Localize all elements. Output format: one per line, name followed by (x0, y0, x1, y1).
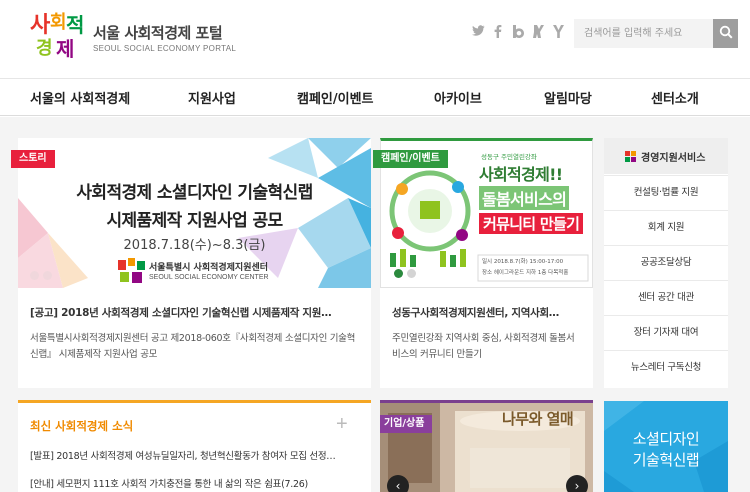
svg-text:제: 제 (56, 37, 74, 58)
search-icon (719, 25, 733, 39)
site-logo[interactable]: 사 회 적 경 제 (28, 8, 86, 61)
campaign-badge: 캠페인/이벤트 (373, 150, 448, 168)
search-button[interactable] (713, 19, 738, 48)
nav-item-seoul-social-economy[interactable]: 서울의 사회적경제 (30, 88, 130, 107)
story-slider-dots (30, 271, 52, 280)
prev-arrow-button[interactable]: ‹ (387, 475, 409, 492)
shop-sign-text: 나무와 열매 (502, 410, 574, 428)
nav-item-notice[interactable]: 알림마당 (544, 88, 592, 107)
campaign-image-info: 일시 2018.8.7(화) 15:00-17:00 (482, 259, 564, 265)
company-product-badge: 기업/상품 (380, 415, 433, 433)
svg-text:회: 회 (50, 12, 67, 33)
news-list-item[interactable]: [안내] 세모편지 111호 사회적 가치충전을 통한 내 삶의 작은 쉼표(7… (30, 476, 360, 490)
campaign-image-title-1: 사회적경제!! (479, 165, 563, 184)
story-image-title-1: 사회적경제 소셜디자인 기술혁신랩 (76, 183, 313, 203)
latest-news-title[interactable]: 최신 사회적경제 소식 (30, 418, 133, 434)
main-nav: 서울의 사회적경제 지원사업 캠페인/이벤트 아카이브 알림마당 센터소개 (0, 78, 750, 116)
slider-dot[interactable] (407, 269, 416, 278)
svg-text:경: 경 (36, 38, 53, 58)
site-title[interactable]: 서울 사회적경제 포털 (93, 22, 223, 43)
business-support-header: 경영지원서비스 (604, 138, 728, 174)
campaign-image-place: 장소 헤이그라운드 지하 1층 다목적홀 (482, 270, 569, 276)
slider-dot[interactable] (30, 271, 39, 280)
story-badge: 스토리 (11, 150, 55, 168)
kakaostory-icon[interactable] (528, 25, 548, 43)
campaign-card-description: 주민열린강좌 지역사회 중심, 사회적경제 돌봄서비스의 커뮤니티 만들기 (392, 333, 575, 360)
story-card-title[interactable]: [공고] 2018년 사회적경제 소셜디자인 기술혁신랩 시제품제작 지원… (30, 305, 362, 320)
logo-graphic-icon: 사 회 적 경 제 (30, 12, 84, 61)
business-support-menu: 경영지원서비스 컨설팅·법률 지원 회계 지원 공공조달상담 센터 공간 대관 … (604, 138, 728, 388)
sidebar-item-consulting[interactable]: 컨설팅·법률 지원 (604, 175, 728, 208)
sidebar-item-newsletter[interactable]: 뉴스레터 구독신청 (604, 350, 728, 383)
social-design-lab-banner[interactable]: 소셜디자인 기술혁신랩 (604, 401, 728, 492)
business-support-title: 경영지원서비스 (641, 153, 706, 164)
blog-icon[interactable] (508, 25, 528, 43)
next-arrow-button[interactable]: › (566, 475, 588, 492)
nav-item-support[interactable]: 지원사업 (188, 88, 236, 107)
social-links (468, 25, 568, 43)
sidebar-item-procurement[interactable]: 공공조달상담 (604, 245, 728, 278)
campaign-image-title-2: 돌봄서비스의 (479, 186, 570, 210)
twitter-icon[interactable] (468, 25, 488, 43)
latest-news-panel: 최신 사회적경제 소식 + [발표] 2018년 사회적경제 여성뉴딜일자리, … (18, 400, 371, 492)
campaign-card[interactable]: 성동구 주민열린강좌 사회적경제!! 돌봄서비스의 커뮤니티 만들기 일시 20… (373, 138, 593, 388)
svg-text:적: 적 (66, 13, 84, 37)
svg-text:사: 사 (30, 13, 51, 38)
nav-item-about[interactable]: 센터소개 (651, 88, 699, 107)
company-product-carousel[interactable]: 나무와 열매 기업/상품 ‹ › (380, 400, 593, 492)
slider-dot[interactable] (43, 271, 52, 280)
campaign-card-title[interactable]: 성동구사회적경제지원센터, 지역사회… (392, 305, 584, 320)
banner-title-2: 기술혁신랩 (632, 451, 700, 469)
campaign-image-kicker: 성동구 주민열린강좌 (481, 153, 537, 161)
sidebar-item-accounting[interactable]: 회계 지원 (604, 210, 728, 243)
story-image-org: 서울특별시 사회적경제지원센터 (149, 263, 269, 273)
banner-title-1: 소셜디자인 (632, 430, 700, 448)
site-header: 사 회 적 경 제 서울 사회적경제 포털 SEOUL SOCIAL ECONO… (0, 0, 750, 78)
yozm-icon[interactable] (548, 25, 568, 43)
news-list-item[interactable]: [발표] 2018년 사회적경제 여성뉴딜일자리, 청년혁신활동가 참여자 모집… (30, 448, 360, 462)
sidebar-item-space-rental[interactable]: 센터 공간 대관 (604, 280, 728, 313)
story-card-image[interactable]: 사회적경제 소셜디자인 기술혁신랩 시제품제작 지원사업 공모 2018.7.1… (18, 138, 371, 288)
center-logo-icon (118, 258, 145, 283)
search-input[interactable] (574, 19, 713, 48)
slider-dot-active[interactable] (394, 269, 403, 278)
story-image-title-2: 시제품제작 지원사업 공모 (106, 211, 283, 231)
nav-item-archive[interactable]: 아카이브 (434, 88, 482, 107)
more-plus-icon[interactable]: + (336, 413, 348, 436)
story-card-description: 서울특별시사회적경제지원센터 공고 제2018-060호『사회적경제 소셜디자인… (30, 333, 356, 360)
campaign-image-title-3: 커뮤니티 만들기 (479, 213, 584, 234)
story-card[interactable]: 사회적경제 소셜디자인 기술혁신랩 시제품제작 지원사업 공모 2018.7.1… (11, 138, 371, 388)
campaign-slider-dots (394, 269, 416, 278)
story-image-org-en: SEOUL SOCIAL ECONOMY CENTER (149, 274, 269, 281)
facebook-icon[interactable] (488, 25, 508, 43)
colorful-grid-icon (625, 151, 636, 162)
nav-item-campaign[interactable]: 캠페인/이벤트 (297, 88, 374, 107)
story-image-date: 2018.7.18(수)~8.3(금) (123, 238, 266, 253)
sidebar-item-equipment-rental[interactable]: 장터 기자재 대여 (604, 315, 728, 348)
site-subtitle: SEOUL SOCIAL ECONOMY PORTAL (93, 44, 237, 53)
